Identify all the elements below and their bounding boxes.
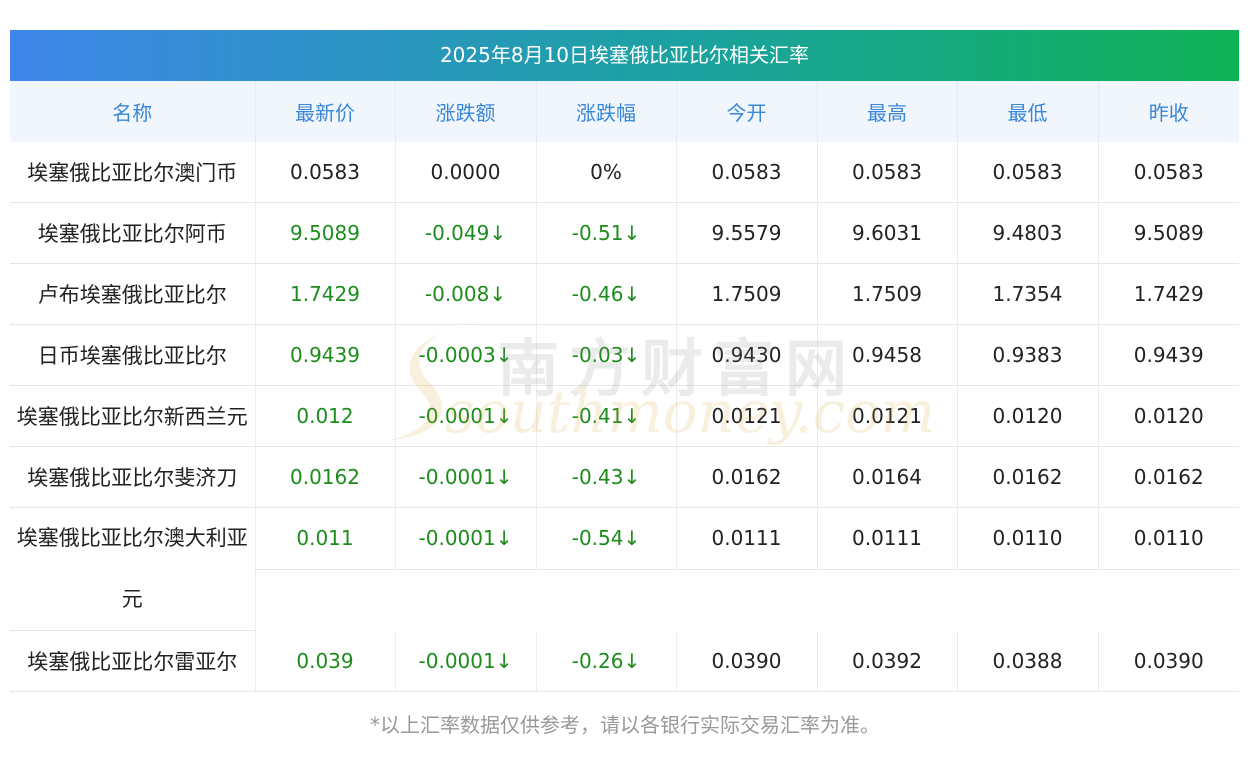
row-low: 0.0388 [956, 630, 1098, 692]
row-high: 0.0164 [816, 446, 957, 508]
row-open: 0.0121 [675, 385, 817, 447]
table-row: 埃塞俄比亚比尔澳大利亚元 0.011 -0.0001↓ -0.54↓ 0.011… [10, 507, 1239, 631]
row-latest: 0.0162 [254, 446, 395, 508]
row-change: -0.049↓ [394, 202, 536, 264]
row-open: 0.0162 [675, 446, 817, 508]
row-name[interactable]: 埃塞俄比亚比尔澳门币 [10, 142, 255, 203]
table-row: 日币埃塞俄比亚比尔 0.9439 -0.0003↓ -0.03↓ 0.9430 … [10, 324, 1239, 386]
row-change-pct: -0.26↓ [535, 630, 676, 692]
row-change: -0.0001↓ [394, 385, 536, 447]
row-open: 0.9430 [675, 324, 817, 386]
row-low: 0.0583 [956, 142, 1098, 203]
column-header-low: 最低 [956, 81, 1098, 142]
row-latest: 1.7429 [254, 263, 395, 325]
row-latest: 0.9439 [254, 324, 395, 386]
row-change-pct: 0% [535, 142, 676, 203]
row-change-pct: -0.43↓ [535, 446, 676, 508]
rate-table-container: 2025年8月10日埃塞俄比亚比尔相关汇率 名称 最新价 涨跌额 涨跌幅 今开 … [10, 30, 1239, 692]
row-latest: 0.011 [254, 507, 395, 570]
row-open: 9.5579 [675, 202, 817, 264]
row-high: 0.9458 [816, 324, 957, 386]
row-prev-close: 0.9439 [1097, 324, 1239, 386]
row-high: 0.0583 [816, 142, 957, 203]
row-latest: 0.0583 [254, 142, 395, 203]
table-row: 埃塞俄比亚比尔阿币 9.5089 -0.049↓ -0.51↓ 9.5579 9… [10, 202, 1239, 264]
row-change: -0.0003↓ [394, 324, 536, 386]
row-spacer [254, 569, 1239, 631]
row-latest: 9.5089 [254, 202, 395, 264]
row-prev-close: 0.0583 [1097, 142, 1239, 203]
row-name[interactable]: 埃塞俄比亚比尔澳大利亚元 [10, 507, 255, 631]
row-change-pct: -0.51↓ [535, 202, 676, 264]
row-high: 9.6031 [816, 202, 957, 264]
column-header-change: 涨跌额 [394, 81, 536, 142]
row-open: 0.0390 [675, 630, 817, 692]
row-open: 0.0111 [675, 507, 817, 570]
row-prev-close: 0.0110 [1097, 507, 1239, 570]
row-change: 0.0000 [394, 142, 536, 203]
row-high: 0.0121 [816, 385, 957, 447]
column-header-high: 最高 [816, 81, 957, 142]
row-low: 0.9383 [956, 324, 1098, 386]
row-name[interactable]: 埃塞俄比亚比尔阿币 [10, 202, 255, 264]
table-title: 2025年8月10日埃塞俄比亚比尔相关汇率 [10, 30, 1239, 81]
disclaimer-footnote: *以上汇率数据仅供参考，请以各银行实际交易汇率为准。 [370, 713, 880, 737]
row-change: -0.0001↓ [394, 446, 536, 508]
row-change-pct: -0.54↓ [535, 507, 676, 570]
row-prev-close: 1.7429 [1097, 263, 1239, 325]
row-low: 9.4803 [956, 202, 1098, 264]
row-low: 0.0110 [956, 507, 1098, 570]
exchange-rate-table: 名称 最新价 涨跌额 涨跌幅 今开 最高 最低 昨收 埃塞俄比亚比尔澳门币 0.… [10, 81, 1239, 692]
row-low: 0.0162 [956, 446, 1098, 508]
row-prev-close: 9.5089 [1097, 202, 1239, 264]
row-open: 1.7509 [675, 263, 817, 325]
row-high: 0.0111 [816, 507, 957, 570]
row-low: 1.7354 [956, 263, 1098, 325]
row-change: -0.008↓ [394, 263, 536, 325]
table-row: 卢布埃塞俄比亚比尔 1.7429 -0.008↓ -0.46↓ 1.7509 1… [10, 263, 1239, 325]
row-latest: 0.039 [254, 630, 395, 692]
row-prev-close: 0.0162 [1097, 446, 1239, 508]
column-header-open: 今开 [675, 81, 817, 142]
row-latest: 0.012 [254, 385, 395, 447]
row-change-pct: -0.03↓ [535, 324, 676, 386]
column-header-change-pct: 涨跌幅 [535, 81, 676, 142]
row-high: 0.0392 [816, 630, 957, 692]
table-row: 埃塞俄比亚比尔新西兰元 0.012 -0.0001↓ -0.41↓ 0.0121… [10, 385, 1239, 447]
row-change: -0.0001↓ [394, 630, 536, 692]
table-row: 埃塞俄比亚比尔澳门币 0.0583 0.0000 0% 0.0583 0.058… [10, 142, 1239, 203]
row-name[interactable]: 埃塞俄比亚比尔雷亚尔 [10, 630, 255, 692]
row-change-pct: -0.41↓ [535, 385, 676, 447]
row-prev-close: 0.0390 [1097, 630, 1239, 692]
row-low: 0.0120 [956, 385, 1098, 447]
table-row: 埃塞俄比亚比尔斐济刀 0.0162 -0.0001↓ -0.43↓ 0.0162… [10, 446, 1239, 508]
row-change: -0.0001↓ [394, 507, 536, 570]
row-prev-close: 0.0120 [1097, 385, 1239, 447]
row-name[interactable]: 日币埃塞俄比亚比尔 [10, 324, 255, 386]
column-header-name: 名称 [10, 81, 255, 142]
table-row: 埃塞俄比亚比尔雷亚尔 0.039 -0.0001↓ -0.26↓ 0.0390 … [10, 630, 1239, 692]
row-name[interactable]: 卢布埃塞俄比亚比尔 [10, 263, 255, 325]
row-high: 1.7509 [816, 263, 957, 325]
row-change-pct: -0.46↓ [535, 263, 676, 325]
table-header-row: 名称 最新价 涨跌额 涨跌幅 今开 最高 最低 昨收 [10, 81, 1239, 142]
row-name[interactable]: 埃塞俄比亚比尔新西兰元 [10, 385, 255, 447]
row-name[interactable]: 埃塞俄比亚比尔斐济刀 [10, 446, 255, 508]
column-header-prev-close: 昨收 [1097, 81, 1239, 142]
row-open: 0.0583 [675, 142, 817, 203]
column-header-latest: 最新价 [254, 81, 395, 142]
